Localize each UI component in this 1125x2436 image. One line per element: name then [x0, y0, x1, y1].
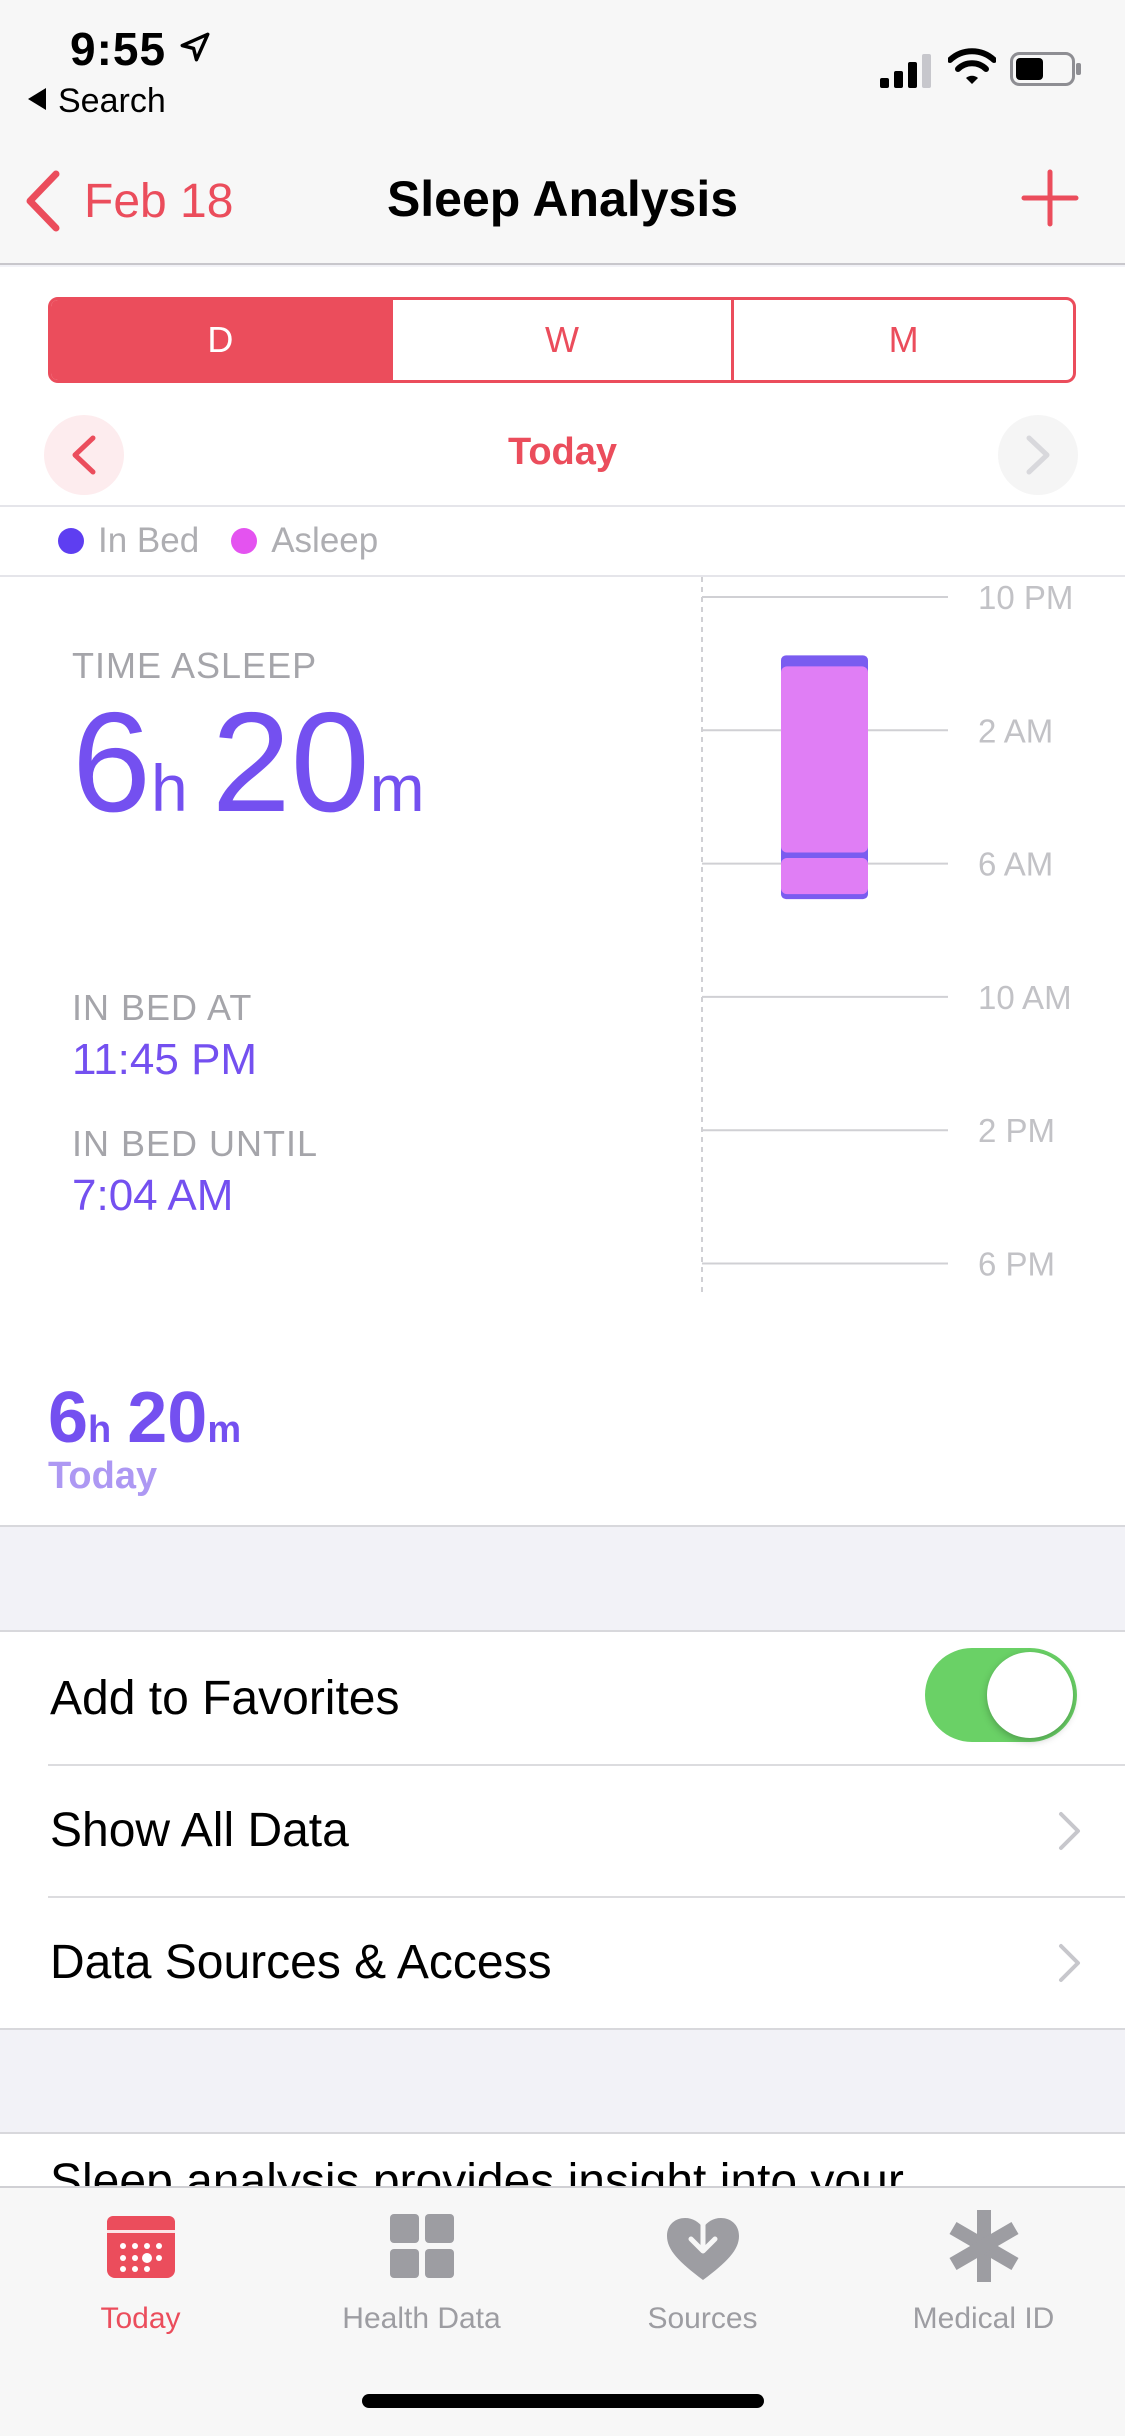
- segment-month[interactable]: M: [734, 300, 1073, 380]
- segment-day[interactable]: D: [51, 300, 393, 380]
- summary-period-label: Today: [48, 1455, 158, 1497]
- divider: [0, 1525, 1125, 1527]
- home-indicator: [362, 2394, 764, 2408]
- location-arrow-icon: [180, 32, 210, 62]
- asleep-bar: [781, 666, 868, 853]
- add-icon[interactable]: [1020, 168, 1080, 228]
- time-asleep-label: TIME ASLEEP: [72, 645, 318, 686]
- sleep-chart: 10 PM 2 AM 6 AM 10 AM 2 PM 6 PM: [701, 577, 1073, 1297]
- sleep-analysis-card: D W M Today In Bed Asleep TIME ASLEEP 6h: [0, 267, 1125, 1527]
- data-sources-access-row[interactable]: Data Sources & Access: [0, 1896, 1125, 2028]
- back-triangle-icon: [28, 88, 46, 110]
- in-bed-at-label: IN BED AT: [72, 987, 253, 1028]
- legend-in-bed: In Bed: [58, 521, 199, 561]
- calendar-icon: [106, 2216, 175, 2278]
- status-bar: 9:55 Search: [0, 0, 1125, 130]
- wifi-icon: [948, 48, 996, 84]
- asleep-dot: [231, 528, 258, 554]
- favorites-toggle[interactable]: [925, 1648, 1077, 1742]
- show-all-data-row[interactable]: Show All Data: [0, 1764, 1125, 1896]
- chart-tick-label: 10 PM: [978, 579, 1073, 616]
- add-to-favorites-row: Add to Favorites: [0, 1632, 1125, 1764]
- previous-period-button[interactable]: [44, 415, 124, 495]
- period-navigator: Today: [0, 407, 1125, 505]
- chevron-left-icon: [26, 170, 60, 232]
- in-bed-until-value: 7:04 AM: [72, 1171, 234, 1220]
- tab-today[interactable]: Today: [0, 2206, 281, 2336]
- tab-health-data[interactable]: Health Data: [281, 2206, 562, 2336]
- chevron-right-icon: [1059, 1944, 1080, 1982]
- chevron-right-icon: [1026, 435, 1050, 475]
- chart-tick-label: 6 AM: [978, 846, 1053, 883]
- chart-tick-label: 6 PM: [978, 1246, 1055, 1283]
- in-bed-dot: [58, 528, 84, 554]
- sleep-summary: 6h 20m Today: [48, 1377, 257, 1498]
- in-bed-until-label: IN BED UNTIL: [72, 1123, 319, 1164]
- chart-tick-label: 10 AM: [978, 979, 1072, 1016]
- period-segmented-control: D W M: [48, 297, 1076, 383]
- settings-list: Add to Favorites Show All Data Data Sour…: [0, 1630, 1125, 2030]
- chevron-left-icon: [72, 435, 96, 475]
- legend-asleep: Asleep: [231, 521, 378, 561]
- next-period-button[interactable]: [998, 415, 1078, 495]
- asleep-bar: [781, 858, 868, 895]
- period-label: Today: [507, 431, 618, 473]
- cellular-signal-icon: [880, 54, 931, 88]
- toggle-knob: [987, 1652, 1073, 1738]
- asterisk-icon: [948, 2210, 1019, 2282]
- chevron-right-icon: [1059, 1812, 1080, 1850]
- chart-tick-label: 2 AM: [978, 712, 1053, 749]
- tab-medical-id[interactable]: Medical ID: [843, 2206, 1124, 2336]
- back-button[interactable]: Feb 18: [22, 170, 233, 232]
- chart-tick-label: 2 PM: [978, 1112, 1055, 1149]
- back-to-search-link[interactable]: Search: [28, 82, 166, 121]
- segment-week[interactable]: W: [393, 300, 735, 380]
- battery-icon: [1010, 52, 1081, 86]
- in-bed-at-value: 11:45 PM: [72, 1035, 258, 1084]
- grid-icon: [389, 2214, 454, 2278]
- back-button-label: Feb 18: [84, 174, 234, 228]
- tab-sources[interactable]: Sources: [562, 2206, 843, 2336]
- time-asleep-value: 6h 20m: [72, 683, 425, 842]
- navigation-bar: Feb 18 Sleep Analysis: [0, 130, 1125, 265]
- chart-legend: In Bed Asleep: [0, 505, 1125, 577]
- heart-download-icon: [666, 2206, 739, 2280]
- sleep-stats: TIME ASLEEP 6h 20m IN BED AT 11:45 PM IN …: [72, 645, 449, 1221]
- status-time: 9:55: [70, 23, 167, 75]
